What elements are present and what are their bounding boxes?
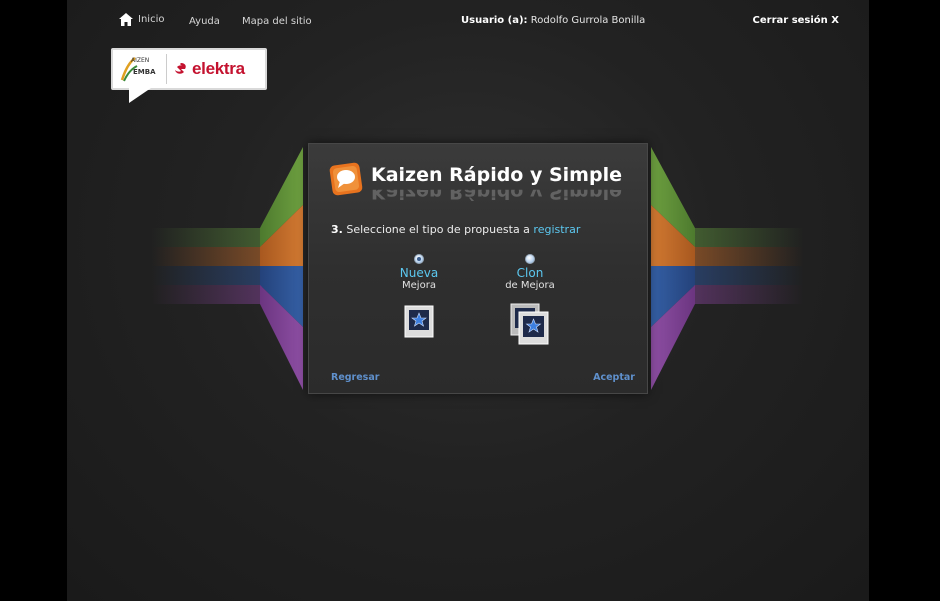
radio-nueva[interactable] (414, 254, 424, 264)
step-text: Seleccione el tipo de propuesta a (346, 223, 530, 236)
option-nueva-name: Nueva (399, 266, 439, 280)
app-stage: Inicio Ayuda Mapa del sitio Usuario (a):… (67, 0, 869, 601)
step-highlight: registrar (533, 223, 581, 236)
option-clon-sub: de Mejora (505, 280, 555, 291)
dialog-title: Kaizen Rápido y Simple (371, 164, 622, 186)
back-button[interactable]: Regresar (331, 372, 379, 383)
option-clon-de-mejora[interactable]: Clon de Mejora (475, 254, 585, 345)
step-number: 3. (331, 223, 343, 236)
option-clon-name: Clon (516, 266, 544, 280)
proposal-type-dialog: Kaizen Rápido y Simple Kaizen Rápido y S… (308, 143, 648, 394)
option-nueva-sub: Mejora (402, 280, 436, 291)
step-instruction: 3. Seleccione el tipo de propuesta a reg… (331, 223, 580, 236)
kaizen-chat-icon (329, 162, 363, 196)
option-nueva-mejora[interactable]: Nueva Mejora (364, 254, 474, 338)
new-document-star-icon[interactable] (404, 305, 434, 338)
radio-clon[interactable] (525, 254, 535, 264)
accept-button[interactable]: Aceptar (593, 372, 635, 383)
clone-documents-star-icon[interactable] (510, 303, 550, 345)
